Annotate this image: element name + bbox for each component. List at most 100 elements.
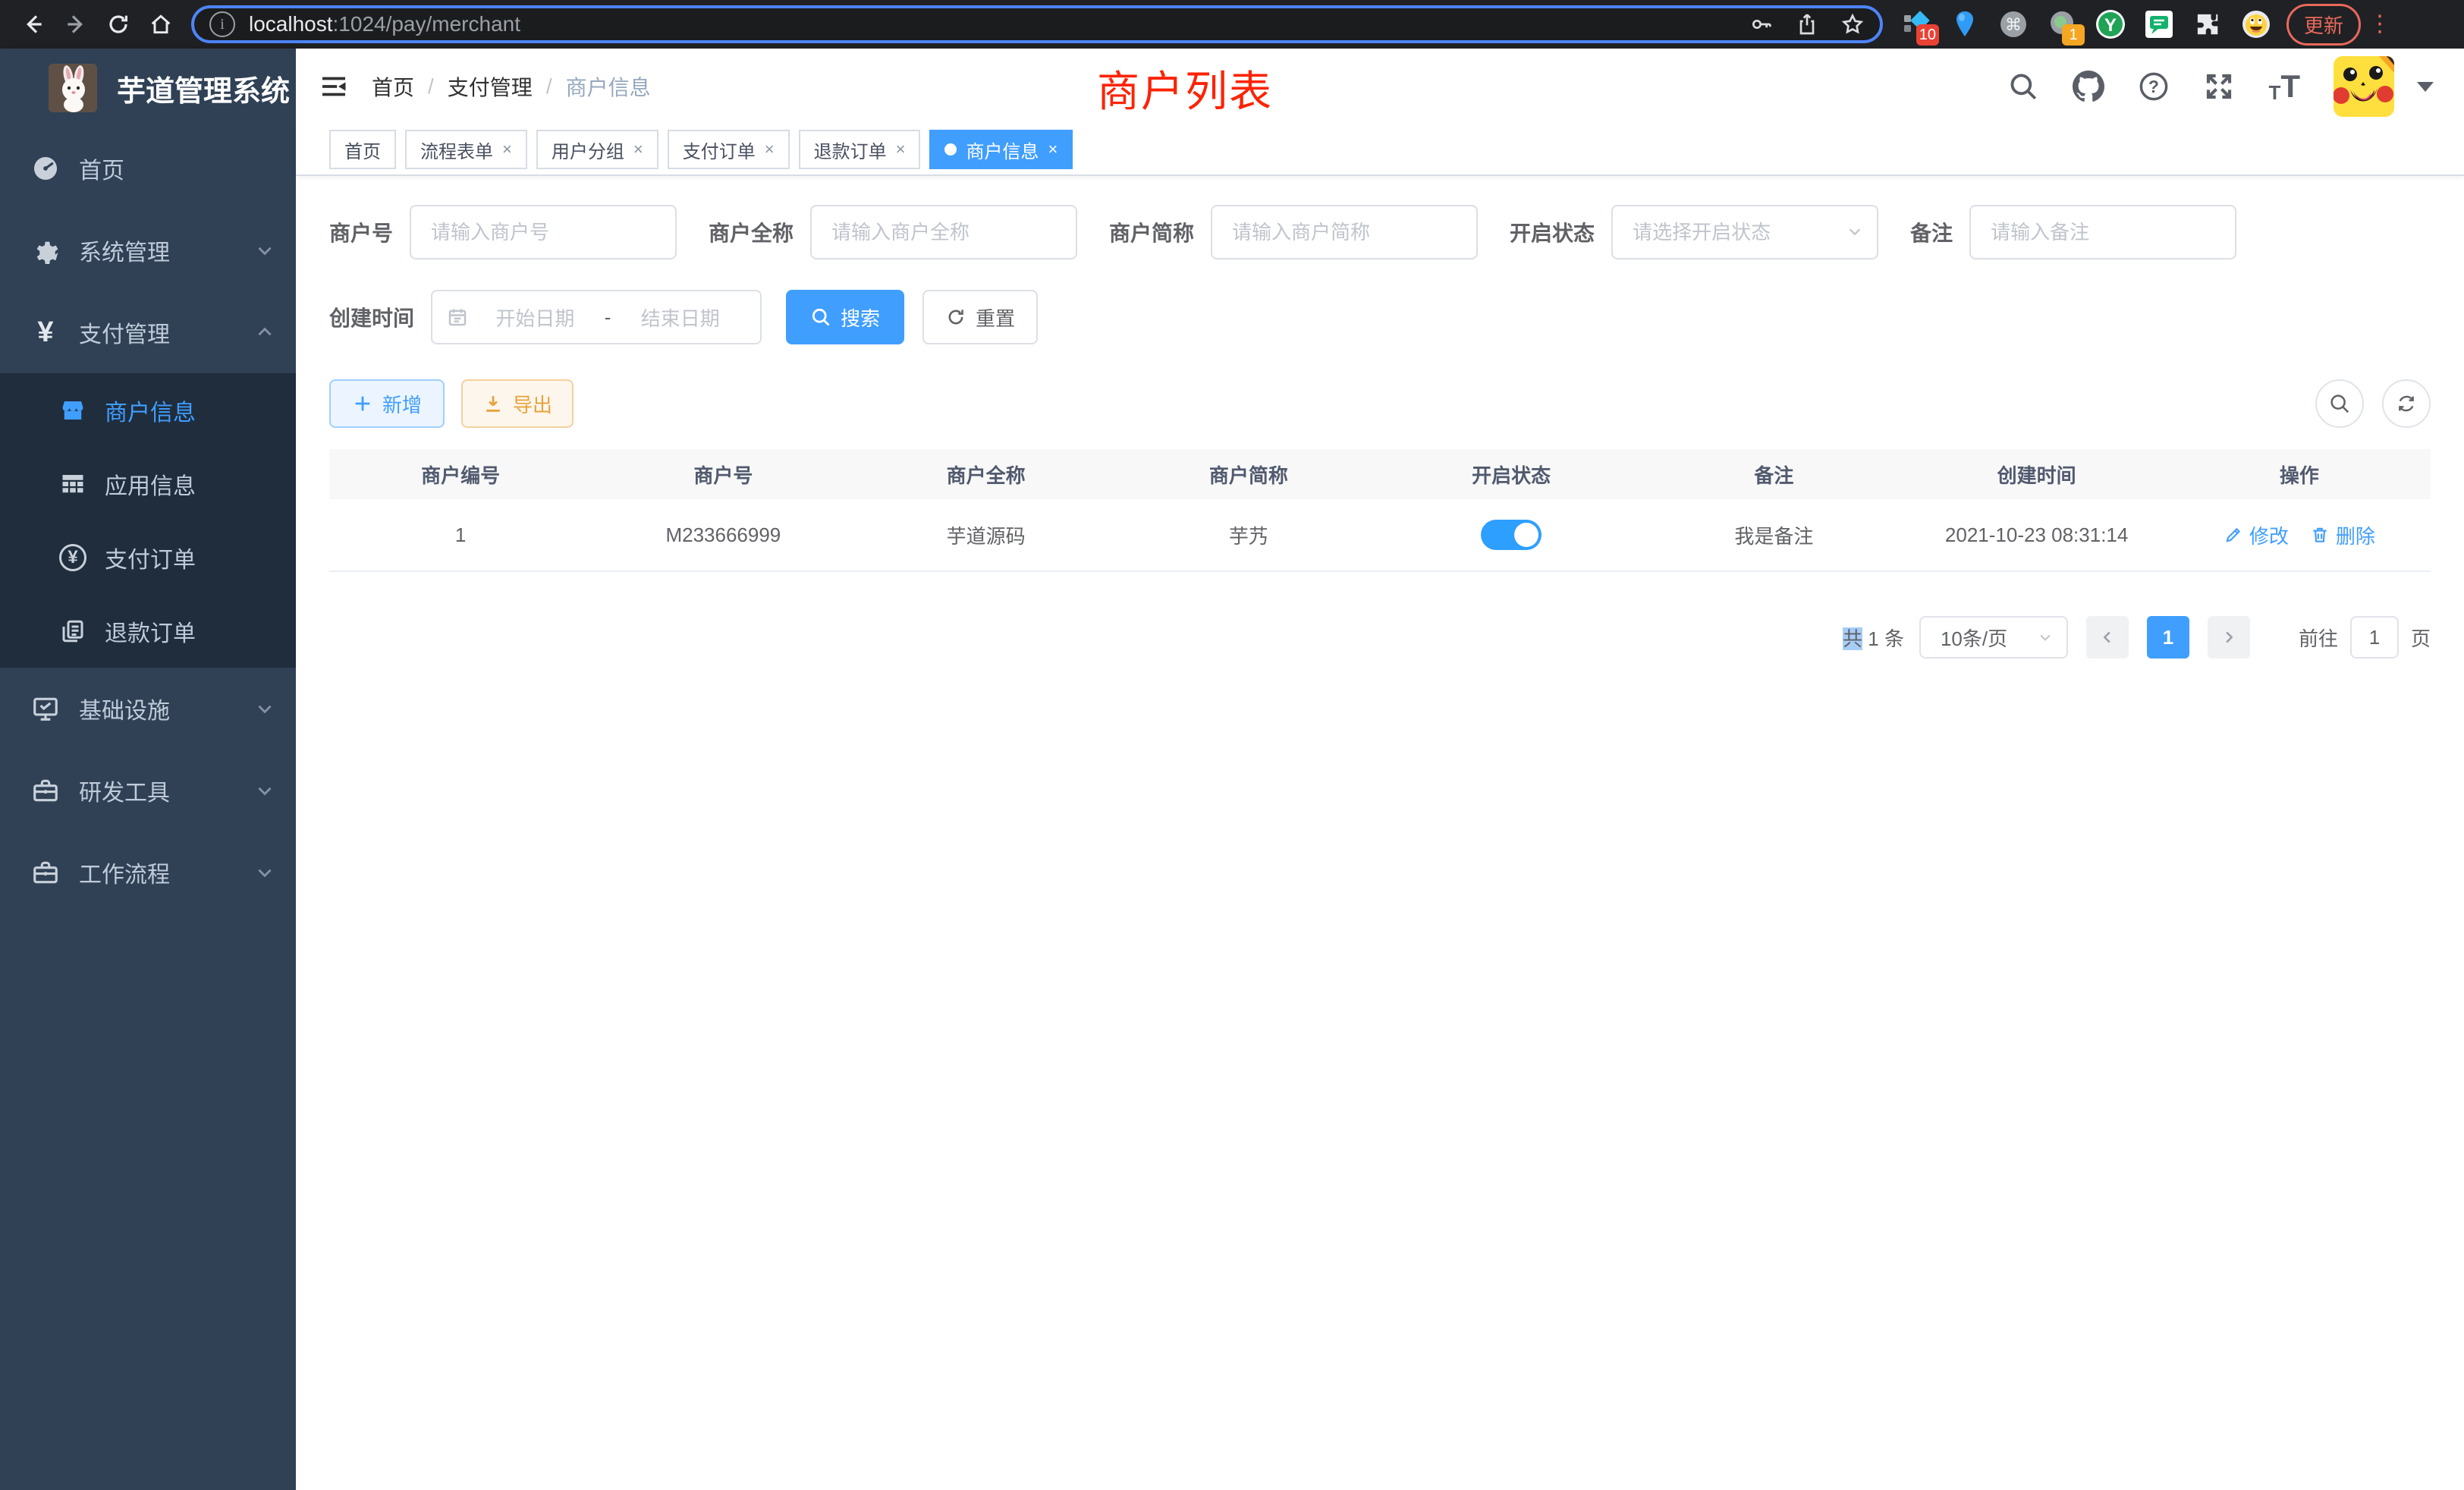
sidebar-logo-row[interactable]: 芋道管理系统 [0, 49, 296, 127]
full-name-input[interactable] [810, 205, 1077, 259]
navbar-right-icons: ? TT [2007, 56, 2464, 117]
status-toggle-on[interactable] [1481, 520, 1542, 550]
sidebar-item-pay-order[interactable]: ¥ 支付订单 [0, 520, 296, 594]
font-small-glyph: T [2268, 83, 2280, 102]
download-icon [482, 393, 504, 414]
browser-home-button[interactable] [140, 3, 182, 46]
reset-button[interactable]: 重置 [922, 290, 1038, 344]
add-button[interactable]: 新增 [329, 379, 445, 428]
url-bar[interactable]: i localhost:1024/pay/merchant [191, 5, 1883, 43]
sidebar-item-payment[interactable]: ¥ 支付管理 [0, 291, 296, 373]
extension-chat-icon[interactable] [2142, 8, 2176, 41]
extension-command-icon[interactable]: ⌘ [1997, 8, 2030, 41]
page-number-1[interactable]: 1 [2147, 616, 2189, 659]
search-icon [2007, 71, 2039, 102]
next-page-button[interactable] [2208, 616, 2250, 659]
edit-link[interactable]: 修改 [2224, 521, 2289, 549]
merchant-no-input[interactable] [410, 205, 677, 259]
browser-refresh-button[interactable] [97, 3, 140, 46]
tab-close-icon[interactable]: × [502, 140, 512, 159]
help-icon: ? [2138, 71, 2170, 102]
briefcase-icon [29, 856, 62, 889]
sidebar-fold-button[interactable] [296, 49, 372, 124]
remark-input[interactable] [1969, 205, 2236, 259]
user-menu-caret-icon[interactable] [2417, 82, 2434, 92]
tab-pay-order[interactable]: 支付订单 × [668, 130, 790, 169]
breadcrumb-home[interactable]: 首页 [372, 71, 414, 102]
chevron-down-icon [255, 699, 275, 718]
page-size-select[interactable]: 10条/页 [1919, 616, 2068, 659]
header-search-button[interactable] [2007, 71, 2039, 102]
bookmark-star-icon[interactable] [1840, 12, 1865, 36]
browser-forward-button[interactable] [55, 3, 97, 46]
status-select[interactable] [1611, 205, 1878, 259]
chevron-down-icon [255, 781, 275, 800]
extension-emoji-profile-icon[interactable] [2239, 8, 2273, 41]
sidebar-item-dev-tools[interactable]: 研发工具 [0, 750, 296, 831]
tab-close-icon[interactable]: × [633, 140, 643, 159]
search-button[interactable]: 搜索 [786, 290, 904, 344]
sidebar-item-refund-order[interactable]: 退款订单 [0, 594, 296, 668]
command-glyph: ⌘ [2005, 15, 2022, 34]
sidebar-item-infrastructure[interactable]: 基础设施 [0, 668, 296, 750]
short-name-label: 商户简称 [1109, 217, 1211, 247]
yen-circle-icon: ¥ [58, 542, 88, 573]
back-icon [21, 12, 46, 36]
sidebar-item-label: 研发工具 [79, 774, 255, 807]
delete-link[interactable]: 删除 [2310, 521, 2375, 549]
browser-update-button[interactable]: 更新 [2286, 4, 2361, 46]
export-button[interactable]: 导出 [461, 379, 574, 428]
home-icon [149, 12, 173, 36]
sidebar-item-label: 退款订单 [105, 615, 296, 648]
goto-page-input[interactable] [2350, 616, 2399, 659]
create-time-range-picker[interactable]: 开始日期 - 结束日期 [431, 290, 762, 344]
font-size-button[interactable]: TT [2268, 71, 2300, 102]
sidebar-item-app-info[interactable]: 应用信息 [0, 447, 296, 520]
password-key-icon[interactable] [1749, 12, 1774, 36]
pagination-total-prefix: 共 [1843, 627, 1862, 650]
user-avatar[interactable] [2334, 56, 2394, 117]
share-icon[interactable] [1795, 12, 1819, 36]
extension-pin-icon[interactable] [1948, 8, 1982, 41]
toggle-search-form-button[interactable] [2315, 379, 2364, 428]
yen-circle-glyph: ¥ [59, 544, 86, 571]
tab-close-icon[interactable]: × [1048, 140, 1058, 159]
date-start-placeholder[interactable]: 开始日期 [469, 303, 602, 332]
browser-menu-kebab-icon[interactable]: ⋮ [2368, 18, 2391, 31]
short-name-input[interactable] [1211, 205, 1478, 259]
sidebar-item-label: 应用信息 [105, 467, 296, 501]
sidebar-item-home[interactable]: 首页 [0, 127, 296, 209]
browser-back-button[interactable] [12, 3, 55, 46]
chevron-down-icon [255, 240, 275, 260]
extension-y-icon[interactable]: Y [2094, 8, 2127, 41]
refresh-table-button[interactable] [2382, 379, 2431, 428]
extension-puzzle-icon[interactable] [2191, 8, 2224, 41]
tab-flow-form[interactable]: 流程表单 × [405, 130, 527, 169]
tab-close-icon[interactable]: × [896, 140, 906, 159]
tab-home[interactable]: 首页 [329, 130, 396, 169]
breadcrumb-payment[interactable]: 支付管理 [448, 71, 533, 102]
date-end-placeholder[interactable]: 结束日期 [614, 303, 746, 332]
table-grid-icon [58, 469, 88, 499]
tab-merchant-info[interactable]: 商户信息 × [929, 130, 1073, 169]
sidebar-item-merchant-info[interactable]: 商户信息 [0, 373, 296, 447]
sidebar-item-system[interactable]: 系统管理 [0, 209, 296, 291]
chevron-right-icon [2220, 629, 2237, 646]
github-button[interactable] [2073, 71, 2104, 102]
cell-create-time: 2021-10-23 08:31:14 [1906, 499, 2168, 571]
tab-label: 首页 [344, 137, 381, 163]
tab-refund-order[interactable]: 退款订单 × [799, 130, 921, 169]
refresh-icon [106, 12, 130, 36]
pikachu-avatar-image [2334, 56, 2394, 117]
edit-pencil-icon [2224, 525, 2243, 545]
help-button[interactable]: ? [2138, 71, 2170, 102]
prev-page-button[interactable] [2086, 616, 2129, 659]
extension-recorder-icon[interactable]: 1 [2045, 8, 2079, 41]
merchant-table: 商户编号 商户号 商户全称 商户简称 开启状态 备注 创建时间 操作 1 M23… [329, 449, 2431, 572]
sidebar-item-workflow[interactable]: 工作流程 [0, 831, 296, 913]
fullscreen-button[interactable] [2203, 71, 2235, 102]
site-info-icon[interactable]: i [209, 11, 235, 37]
tab-user-group[interactable]: 用户分组 × [536, 130, 658, 169]
tab-close-icon[interactable]: × [765, 140, 775, 159]
extension-diamond-icon[interactable]: 10 [1900, 8, 1933, 41]
